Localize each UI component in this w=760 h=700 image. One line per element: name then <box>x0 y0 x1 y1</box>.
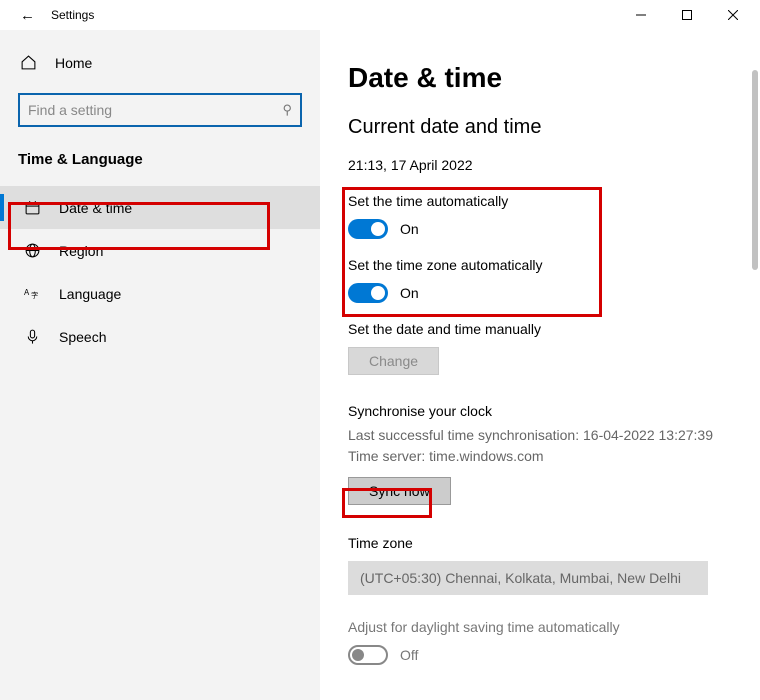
set-time-auto-toggle[interactable] <box>348 219 388 239</box>
sidebar-item-speech[interactable]: Speech <box>0 315 320 358</box>
sidebar-section-title: Time & Language <box>0 145 320 186</box>
set-tz-auto-label: Set the time zone automatically <box>348 257 740 273</box>
set-manual-label: Set the date and time manually <box>348 321 740 337</box>
back-button[interactable]: ← <box>20 7 35 24</box>
sync-server-text: Time server: time.windows.com <box>348 446 740 467</box>
minimize-button[interactable] <box>618 0 664 30</box>
set-time-auto-state: On <box>400 221 419 237</box>
search-icon: ⚲ <box>282 102 292 118</box>
change-button: Change <box>348 347 439 375</box>
svg-text:字: 字 <box>31 291 38 300</box>
page-title: Date & time <box>348 62 740 94</box>
close-button[interactable] <box>710 0 756 30</box>
sidebar-item-language[interactable]: A字 Language <box>0 272 320 315</box>
sidebar-item-region[interactable]: Region <box>0 229 320 272</box>
search-input[interactable] <box>28 102 282 118</box>
dst-toggle <box>348 645 388 665</box>
svg-text:A: A <box>24 288 30 297</box>
home-icon <box>20 54 37 71</box>
sidebar-item-label: Region <box>59 243 103 259</box>
sidebar-item-label: Date & time <box>59 200 132 216</box>
sync-heading: Synchronise your clock <box>348 403 740 419</box>
main-content: Date & time Current date and time 21:13,… <box>320 30 760 700</box>
section-current-datetime: Current date and time <box>348 116 740 139</box>
sidebar-home[interactable]: Home <box>0 44 320 81</box>
sidebar-item-label: Speech <box>59 329 106 345</box>
sync-now-button[interactable]: Sync now <box>348 477 451 505</box>
sidebar-item-date-time[interactable]: Date & time <box>0 186 320 229</box>
scrollbar[interactable] <box>752 70 758 270</box>
sync-last-text: Last successful time synchronisation: 16… <box>348 425 740 446</box>
language-icon: A字 <box>24 285 41 302</box>
calendar-clock-icon <box>24 199 41 216</box>
set-time-auto-label: Set the time automatically <box>348 193 740 209</box>
dst-state: Off <box>400 647 418 663</box>
sidebar-item-label: Language <box>59 286 121 302</box>
microphone-icon <box>24 328 41 345</box>
globe-icon <box>24 242 41 259</box>
set-tz-auto-state: On <box>400 285 419 301</box>
tz-heading: Time zone <box>348 535 740 551</box>
window-title: Settings <box>51 8 94 22</box>
tz-select: (UTC+05:30) Chennai, Kolkata, Mumbai, Ne… <box>348 561 708 595</box>
maximize-button[interactable] <box>664 0 710 30</box>
current-datetime-value: 21:13, 17 April 2022 <box>348 157 740 173</box>
search-input-wrap[interactable]: ⚲ <box>18 93 302 127</box>
set-tz-auto-toggle[interactable] <box>348 283 388 303</box>
dst-label: Adjust for daylight saving time automati… <box>348 619 740 635</box>
sidebar-home-label: Home <box>55 55 92 71</box>
sidebar: Home ⚲ Time & Language Date & time Regio… <box>0 30 320 700</box>
titlebar: ← Settings <box>0 0 760 30</box>
